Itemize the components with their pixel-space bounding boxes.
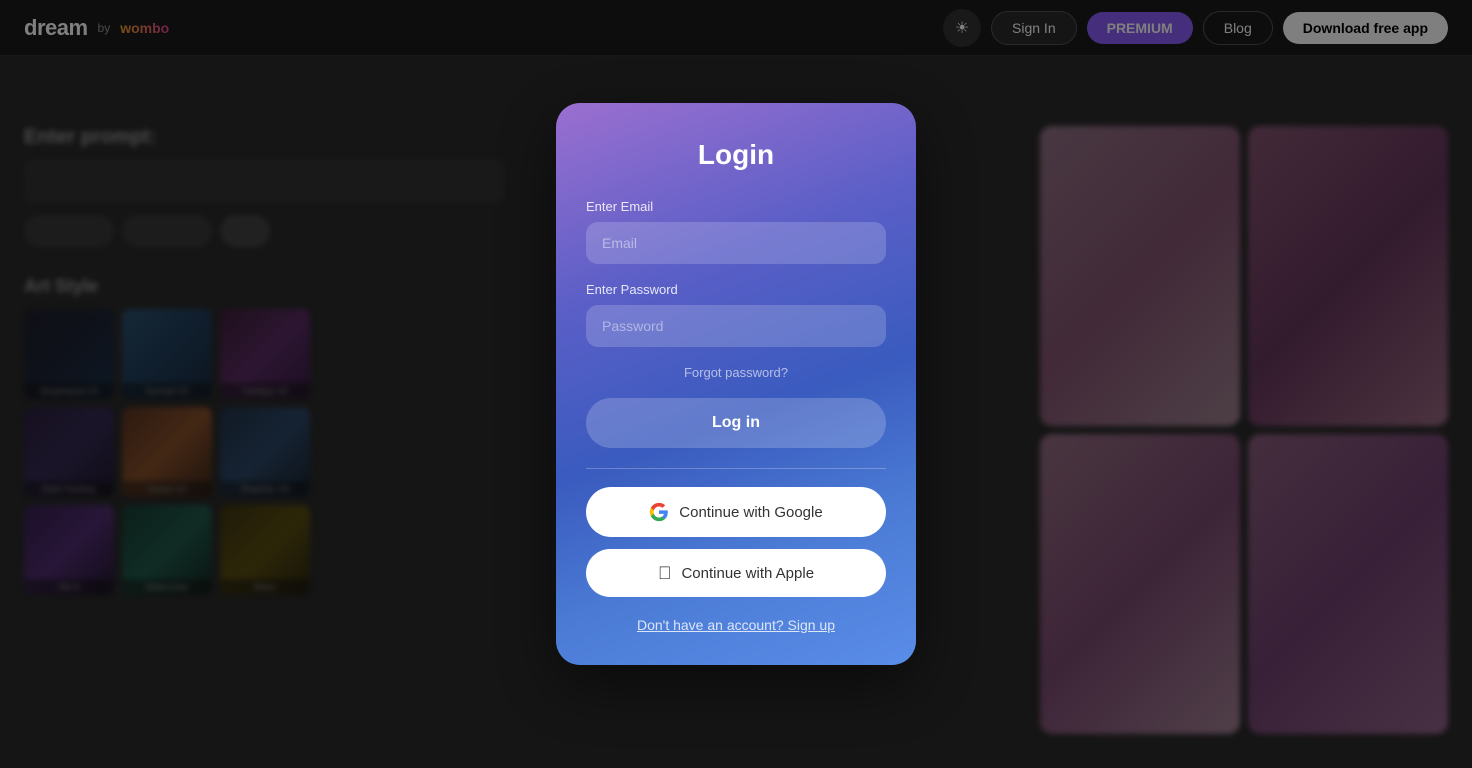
google-icon — [649, 502, 669, 522]
forgot-password-link[interactable]: Forgot password? — [586, 365, 886, 380]
continue-apple-button[interactable]:  Continue with Apple — [586, 549, 886, 597]
login-button[interactable]: Log in — [586, 398, 886, 448]
email-label: Enter Email — [586, 199, 886, 214]
continue-google-button[interactable]: Continue with Google — [586, 487, 886, 537]
modal-overlay: Login Enter Email Enter Password Forgot … — [0, 0, 1472, 768]
divider — [586, 468, 886, 469]
google-button-label: Continue with Google — [679, 504, 822, 521]
password-input[interactable] — [586, 305, 886, 347]
login-modal: Login Enter Email Enter Password Forgot … — [556, 103, 916, 665]
email-input[interactable] — [586, 222, 886, 264]
password-label: Enter Password — [586, 282, 886, 297]
modal-title: Login — [586, 139, 886, 171]
apple-icon:  — [658, 564, 672, 582]
signup-link[interactable]: Don't have an account? Sign up — [586, 617, 886, 633]
apple-button-label: Continue with Apple — [681, 565, 814, 582]
